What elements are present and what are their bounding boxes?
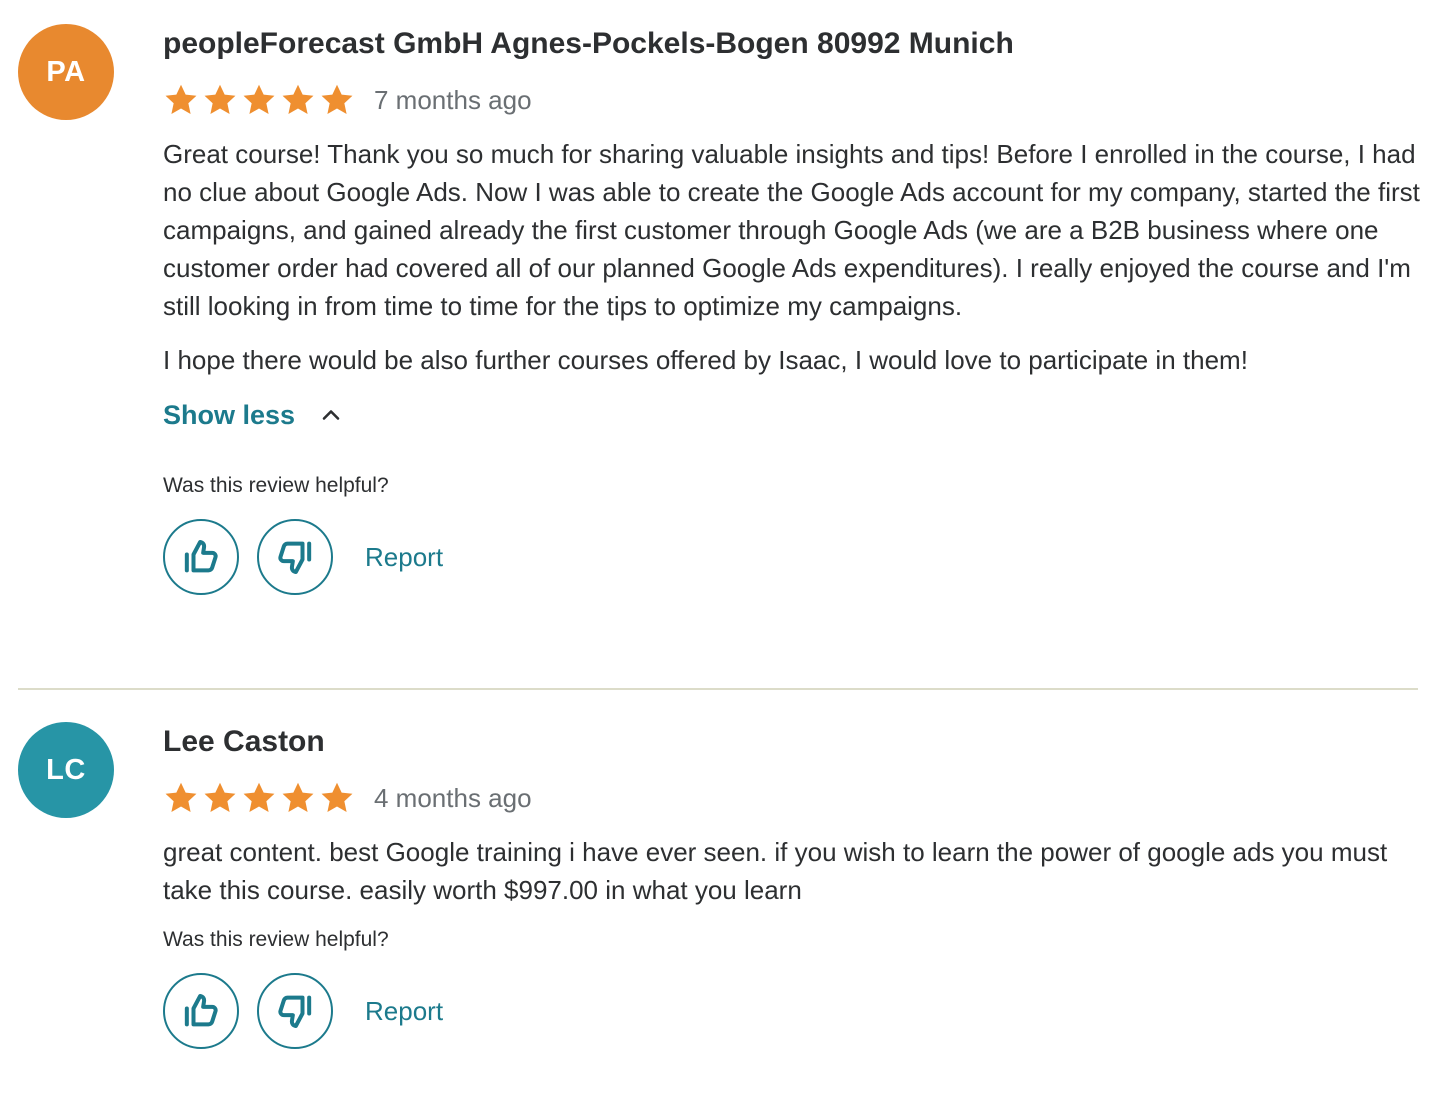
divider xyxy=(18,688,1418,690)
thumbs-down-button[interactable] xyxy=(257,973,333,1049)
reviewer-name: Lee Caston xyxy=(163,725,325,758)
thumbs-up-button[interactable] xyxy=(163,973,239,1049)
review-content: Lee Caston 4 months ago great content. b… xyxy=(163,724,1423,1049)
star-icon xyxy=(165,84,197,114)
star-icon xyxy=(243,84,275,114)
avatar: LC xyxy=(18,722,114,818)
thumbs-down-icon xyxy=(278,995,312,1028)
star-icon xyxy=(243,782,275,812)
rating-row: 4 months ago xyxy=(163,778,1423,818)
star-rating xyxy=(163,82,355,118)
star-icon xyxy=(282,782,314,812)
star-icon xyxy=(321,84,353,114)
review-text: Great course! Thank you so much for shar… xyxy=(163,139,1420,321)
chevron-up-icon xyxy=(322,410,340,420)
review-text: I hope there would be also further cours… xyxy=(163,345,1248,375)
avatar: PA xyxy=(18,24,114,120)
review-actions: Report xyxy=(163,973,1423,1049)
thumbs-down-icon xyxy=(278,541,312,574)
helpful-question: Was this review helpful? xyxy=(163,928,389,951)
star-icon xyxy=(204,84,236,114)
thumbs-up-button[interactable] xyxy=(163,519,239,595)
review-content: peopleForecast GmbH Agnes-Pockels-Bogen … xyxy=(163,26,1423,595)
star-icon xyxy=(321,782,353,812)
review-text: great content. best Google training i ha… xyxy=(163,837,1388,905)
show-less-toggle[interactable]: Show less xyxy=(163,397,1423,433)
show-less-label: Show less xyxy=(163,399,296,430)
review-time: 7 months ago xyxy=(374,84,532,115)
helpful-question: Was this review helpful? xyxy=(163,474,389,497)
report-link[interactable]: Report xyxy=(365,542,443,573)
star-icon xyxy=(204,782,236,812)
thumbs-up-icon xyxy=(184,994,218,1027)
star-icon xyxy=(165,782,197,812)
thumbs-down-button[interactable] xyxy=(257,519,333,595)
review-actions: Report xyxy=(163,519,1423,595)
reviewer-name: peopleForecast GmbH Agnes-Pockels-Bogen … xyxy=(163,27,1014,60)
star-rating xyxy=(163,780,355,816)
review-time: 4 months ago xyxy=(374,782,532,813)
report-link[interactable]: Report xyxy=(365,996,443,1027)
rating-row: 7 months ago xyxy=(163,80,1423,120)
thumbs-up-icon xyxy=(184,540,218,573)
star-icon xyxy=(282,84,314,114)
